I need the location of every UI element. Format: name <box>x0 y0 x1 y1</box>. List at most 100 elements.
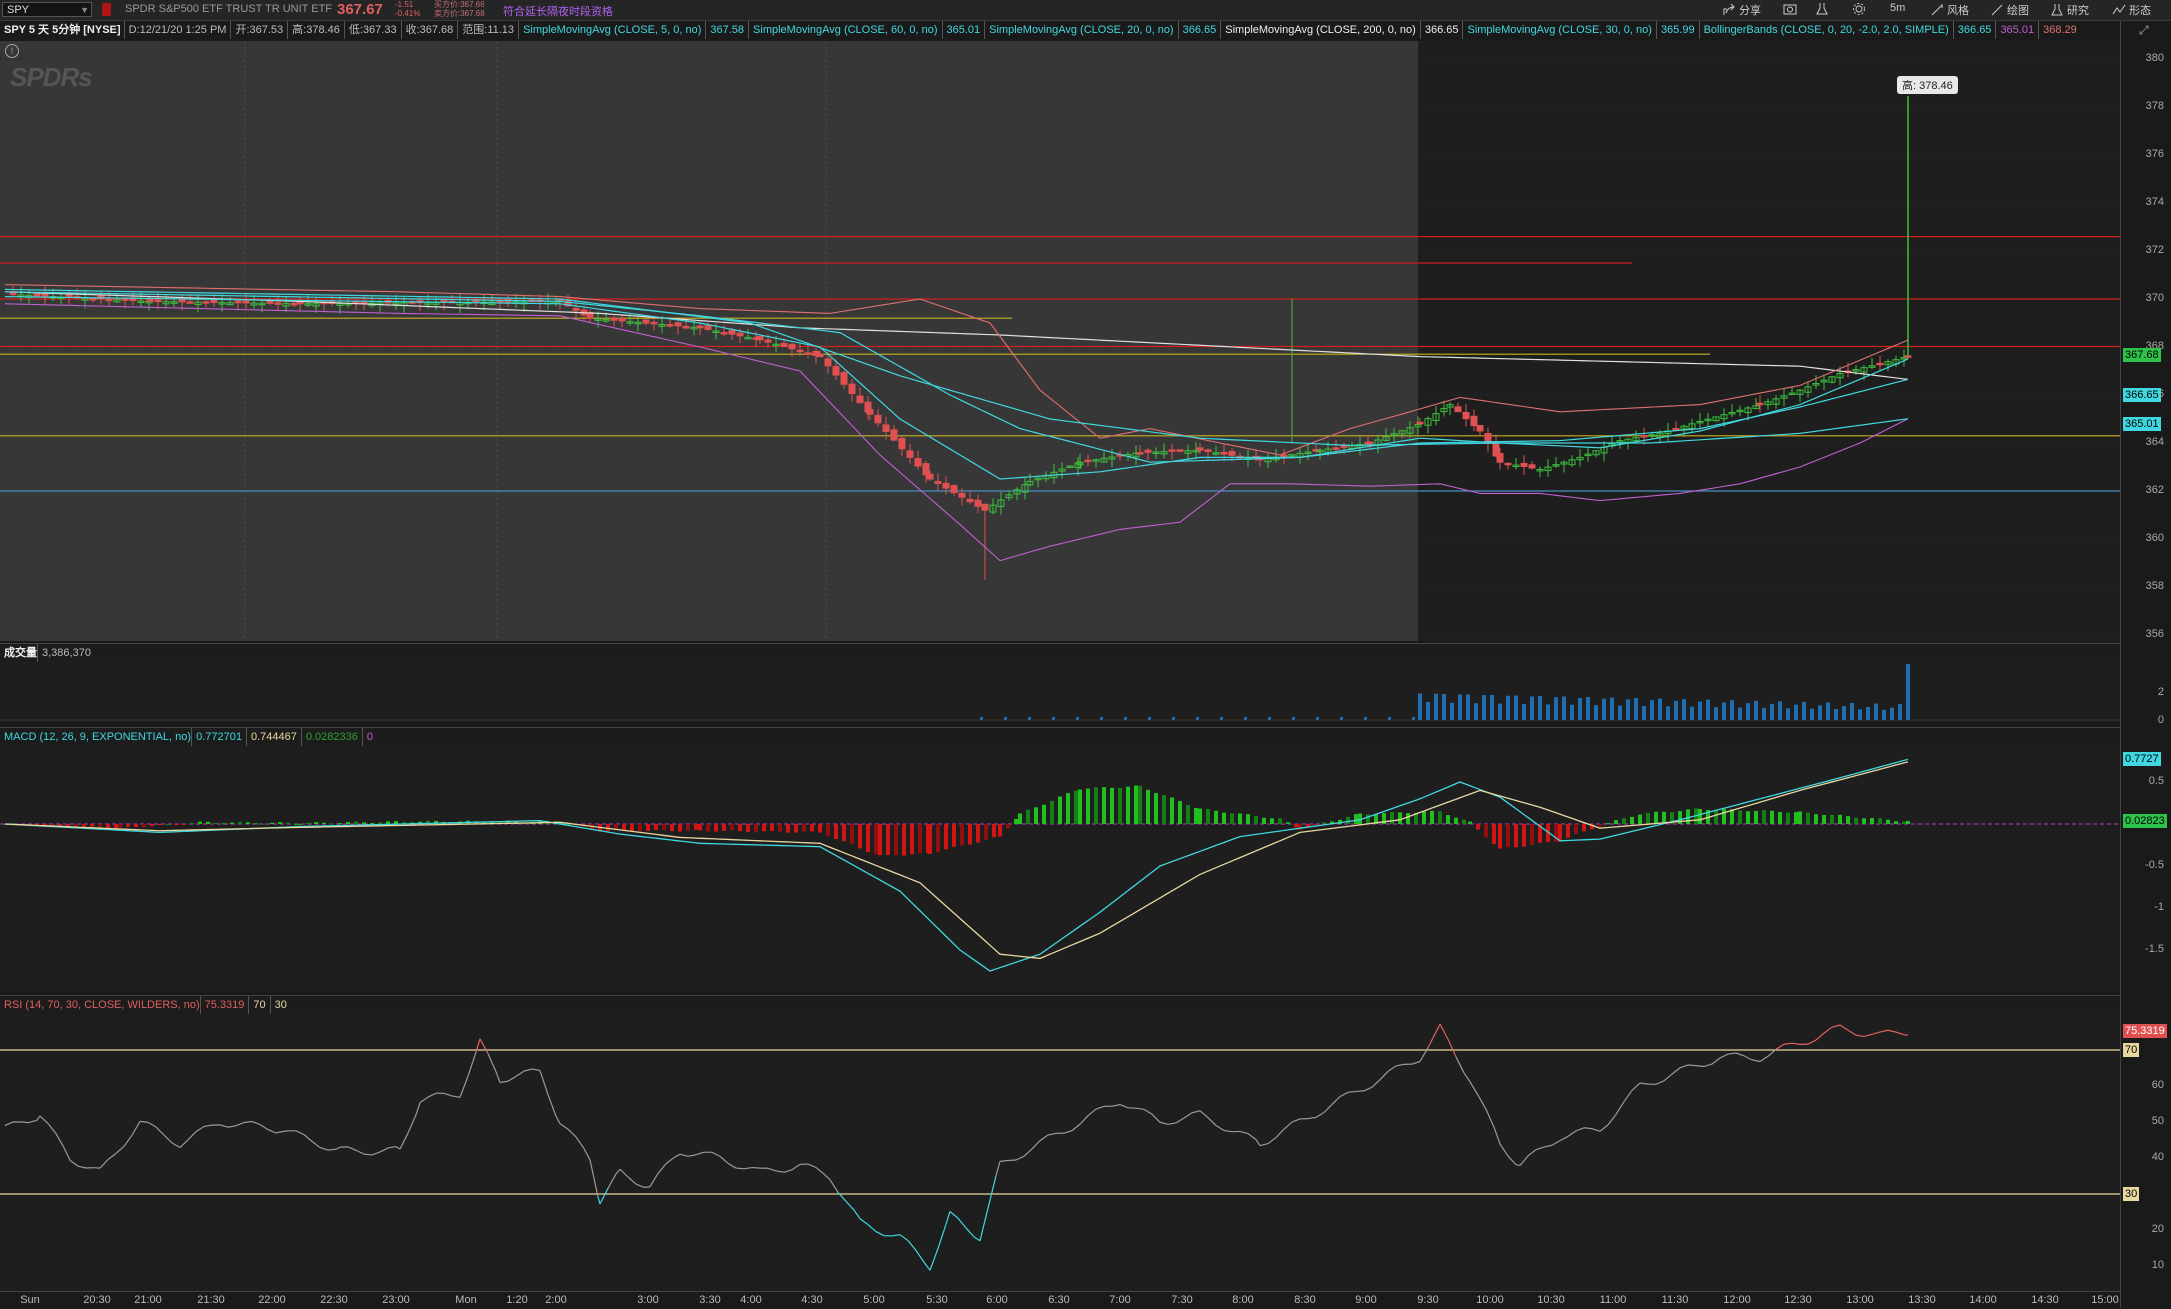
rsi-line-segment <box>532 1069 540 1071</box>
rsi-line-segment <box>1568 1131 1576 1137</box>
time-tick-label: 11:30 <box>1662 1294 1689 1306</box>
volume-plot[interactable] <box>0 662 2120 722</box>
macd-histogram-bar <box>722 824 726 831</box>
rsi-plot[interactable] <box>0 1014 2120 1291</box>
sma20-label[interactable]: SimpleMovingAvg (CLOSE, 20, 0, no) <box>984 21 1177 39</box>
time-axis[interactable]: Sun20:3021:0021:3022:0022:3023:00Mon1:20… <box>0 1291 2120 1309</box>
sma60-label[interactable]: SimpleMovingAvg (CLOSE, 60, 0, no) <box>748 21 941 39</box>
rsi-label[interactable]: RSI (14, 70, 30, CLOSE, WILDERS, no) <box>0 999 200 1011</box>
volume-bar <box>1762 708 1766 720</box>
macd-histogram-bar <box>1498 824 1502 849</box>
volume-bar <box>1172 717 1175 720</box>
macd-histogram-bar <box>1714 810 1718 824</box>
rsi-line-segment <box>1008 1160 1016 1161</box>
collapse-icon[interactable]: ⤢ <box>2139 23 2149 38</box>
rsi-line-segment <box>304 1135 312 1142</box>
macd-histogram-bar <box>278 822 282 824</box>
macd-plot[interactable] <box>0 746 2120 991</box>
macd-histogram-bar <box>238 822 242 824</box>
settings-button[interactable] <box>1852 2 1866 16</box>
volume-bar <box>1506 696 1510 720</box>
macd-diff-tag: 0.02823 <box>2123 814 2167 828</box>
rsi-line-segment <box>1348 1091 1356 1092</box>
rsi-line-segment <box>1364 1087 1372 1091</box>
volume-bar <box>1730 700 1734 720</box>
candle-body <box>147 299 153 301</box>
sma200-label[interactable]: SimpleMovingAvg (CLOSE, 200, 0, no) <box>1220 21 1420 39</box>
candle-body <box>155 300 161 302</box>
time-tick-label: 3:30 <box>699 1294 720 1306</box>
sma5-label[interactable]: SimpleMovingAvg (CLOSE, 5, 0, no) <box>518 21 705 39</box>
rsi-value: 75.3319 <box>200 996 249 1014</box>
candle-body <box>967 499 973 501</box>
rsi-line-segment <box>1440 1024 1448 1039</box>
rsi-line-segment <box>1356 1091 1364 1092</box>
flag-icon[interactable] <box>102 3 111 16</box>
macd-histogram-bar <box>126 824 130 827</box>
rsi-line-segment <box>1080 1116 1088 1124</box>
bb-label[interactable]: BollingerBands (CLOSE, 0, 20, -2.0, 2.0,… <box>1699 21 1953 39</box>
sma30-label[interactable]: SimpleMovingAvg (CLOSE, 30, 0, no) <box>1462 21 1655 39</box>
volume-bar <box>1418 694 1422 720</box>
snapshot-button[interactable] <box>1783 2 1797 16</box>
volume-bar <box>1858 709 1862 720</box>
rsi-line-segment <box>556 1116 560 1123</box>
rsi-line-segment <box>1824 1027 1832 1033</box>
pencil-icon <box>1990 3 2004 17</box>
macd-histogram-bar <box>150 824 154 826</box>
rsi-line-segment <box>1856 1035 1864 1036</box>
rsi-line-segment <box>1240 1131 1248 1133</box>
macd-histogram-bar <box>1484 824 1488 837</box>
rsi-line-segment <box>180 1140 188 1148</box>
bb-low-value: 365.01 <box>1995 21 2038 39</box>
volume-bar <box>1028 717 1031 720</box>
price-plot[interactable] <box>0 41 2120 641</box>
candle-body <box>841 373 847 385</box>
rsi-line-segment <box>1412 1062 1420 1065</box>
macd-histogram-bar <box>944 824 948 849</box>
rsi-line-segment <box>892 1235 900 1236</box>
macd-zero: 0 <box>362 728 377 746</box>
volume-bar <box>1698 702 1702 720</box>
patterns-button[interactable]: 形态 <box>2112 2 2151 18</box>
rsi-line-segment <box>108 1153 116 1159</box>
rsi-line-segment <box>1456 1057 1464 1073</box>
rsi-line-segment <box>236 1122 244 1125</box>
macd-histogram-bar <box>1906 821 1910 824</box>
drawing-button[interactable]: 绘图 <box>1990 2 2029 18</box>
study-button[interactable]: 研究 <box>2050 2 2089 18</box>
lab-button[interactable] <box>1815 2 1829 16</box>
rsi-line-segment <box>1324 1104 1332 1112</box>
macd-histogram-bar <box>322 823 326 824</box>
volume-bar <box>1522 704 1526 720</box>
time-tick-label: 10:00 <box>1476 1294 1504 1306</box>
share-label: 分享 <box>1739 2 1761 18</box>
camera-icon <box>1783 2 1797 16</box>
style-icon <box>1930 3 1944 17</box>
timeframe-button[interactable]: 5m <box>1890 2 1905 14</box>
rsi-line-segment <box>1152 1114 1160 1122</box>
macd-histogram-bar <box>1438 811 1442 824</box>
rsi-line-segment <box>666 1158 674 1164</box>
rsi-line-segment <box>620 1169 628 1177</box>
style-button[interactable]: 风格 <box>1930 2 1969 18</box>
macd-histogram-bar <box>984 824 988 840</box>
volume-bar <box>1674 701 1678 720</box>
price-tick-label: 370 <box>2146 292 2164 304</box>
share-button[interactable]: 分享 <box>1722 2 1761 18</box>
macd-histogram-bar <box>1406 813 1410 824</box>
price-tick-label: 356 <box>2146 628 2164 640</box>
macd-histogram-bar <box>1698 809 1702 824</box>
macd-histogram-bar <box>834 824 838 839</box>
rsi-line-segment <box>400 1133 408 1149</box>
rsi-tick-label: 50 <box>2152 1115 2164 1127</box>
candle-body <box>697 326 703 328</box>
time-tick-label: Mon <box>455 1294 476 1306</box>
macd-label[interactable]: MACD (12, 26, 9, EXPONENTIAL, no) <box>0 731 191 743</box>
symbol-selector[interactable]: SPY▼ <box>2 2 92 17</box>
volume-bar <box>1220 717 1223 720</box>
price-axis[interactable]: ⤢ 38037837637437237036836636436236035835… <box>2120 21 2171 1308</box>
volume-bar <box>1818 705 1822 720</box>
volume-bar <box>1706 700 1710 720</box>
rsi-line-segment <box>420 1097 428 1103</box>
